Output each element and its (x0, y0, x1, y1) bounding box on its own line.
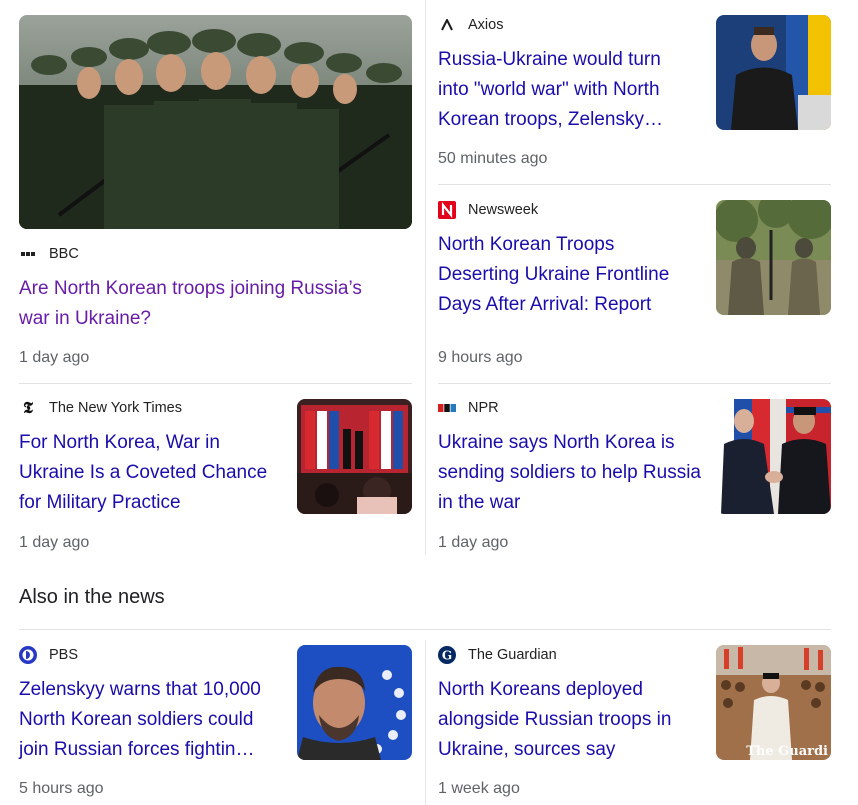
row-divider (19, 383, 412, 384)
story-thumbnail-handshake[interactable] (716, 399, 831, 514)
story-headline[interactable]: Ukraine says North Korea is sending sold… (438, 428, 703, 518)
story-source: BBC (19, 244, 399, 264)
story-source-name: BBC (49, 246, 79, 262)
story-headline[interactable]: North Koreans deployed alongside Russian… (438, 675, 703, 765)
news-results: BBC Are North Korean troops joining Russ… (0, 0, 858, 805)
zelenskyy-eu-image (297, 645, 412, 760)
story-thumbnail-zelensky[interactable] (716, 15, 831, 130)
story-thumbnail-kim[interactable]: The Guardi (716, 645, 831, 760)
story-time: 1 day ago (19, 349, 90, 366)
story-card-pbs[interactable]: PBS Zelenskyy warns that 10,000 North Ko… (19, 645, 284, 765)
story-card-newsweek[interactable]: Newsweek North Korean Troops Deserting U… (438, 200, 698, 320)
story-card-axios[interactable]: Axios Russia-Ukraine would turn into "wo… (438, 15, 693, 135)
row-divider (438, 383, 831, 384)
column-divider (425, 0, 426, 555)
story-time: 9 hours ago (438, 349, 523, 366)
story-time: 1 day ago (19, 534, 90, 551)
story-card-npr[interactable]: NPR Ukraine says North Korea is sending … (438, 398, 703, 518)
soldiers-parade-image (19, 15, 412, 229)
handshake-image (716, 399, 831, 514)
story-time: 1 week ago (438, 780, 520, 797)
bbc-dots-icon (19, 245, 37, 263)
story-source-name: NPR (468, 400, 499, 416)
story-source: Newsweek (438, 200, 698, 220)
story-source: NPR (438, 398, 703, 418)
story-source-name: The New York Times (49, 400, 182, 416)
story-card-nyt[interactable]: 𝕿 The New York Times For North Korea, Wa… (19, 398, 279, 518)
story-card-bbc[interactable]: BBC Are North Korean troops joining Russ… (19, 244, 399, 334)
story-headline[interactable]: For North Korea, War in Ukraine Is a Cov… (19, 428, 279, 518)
story-source-name: Axios (468, 17, 504, 33)
story-time: 5 hours ago (19, 780, 104, 797)
story-headline[interactable]: Russia-Ukraine would turn into "world wa… (438, 45, 693, 135)
npr-logo-icon (438, 399, 456, 417)
column-divider-lower (425, 640, 426, 805)
story-headline[interactable]: Zelenskyy warns that 10,000 North Korean… (19, 675, 284, 765)
story-source: 𝕿 The New York Times (19, 398, 279, 418)
story-source: G The Guardian (438, 645, 703, 665)
row-divider (438, 184, 831, 185)
story-card-guardian[interactable]: G The Guardian North Koreans deployed al… (438, 645, 703, 765)
guardian-logo-icon: G (438, 646, 456, 664)
story-source-name: PBS (49, 647, 79, 663)
story-source-name: The Guardian (468, 647, 557, 663)
story-source: PBS (19, 645, 284, 665)
story-thumbnail-flags[interactable] (297, 399, 412, 514)
story-thumbnail-zelenskyy[interactable] (297, 645, 412, 760)
story-headline[interactable]: North Korean Troops Deserting Ukraine Fr… (438, 230, 698, 320)
axios-logo-icon (438, 16, 456, 34)
story-source: Axios (438, 15, 693, 35)
newsweek-logo-icon (438, 201, 456, 219)
story-thumbnail-soldiers[interactable] (19, 15, 412, 229)
guardian-watermark: The Guardi (746, 744, 828, 759)
kim-crowd-image: The Guardi (716, 645, 831, 760)
nyt-logo-icon: 𝕿 (23, 398, 33, 417)
story-headline[interactable]: Are North Korean troops joining Russia’s… (19, 274, 389, 334)
story-time: 50 minutes ago (438, 150, 548, 167)
svg-text:G: G (442, 649, 452, 663)
zelensky-podium-image (716, 15, 831, 130)
pbs-logo-icon (19, 646, 37, 664)
flags-screen-image (297, 399, 412, 514)
soldiers-forest-image (716, 200, 831, 315)
story-thumbnail-forest[interactable] (716, 200, 831, 315)
story-source-name: Newsweek (468, 202, 539, 218)
also-in-news-heading: Also in the news (19, 586, 165, 608)
story-time: 1 day ago (438, 534, 509, 551)
section-divider (19, 629, 831, 630)
